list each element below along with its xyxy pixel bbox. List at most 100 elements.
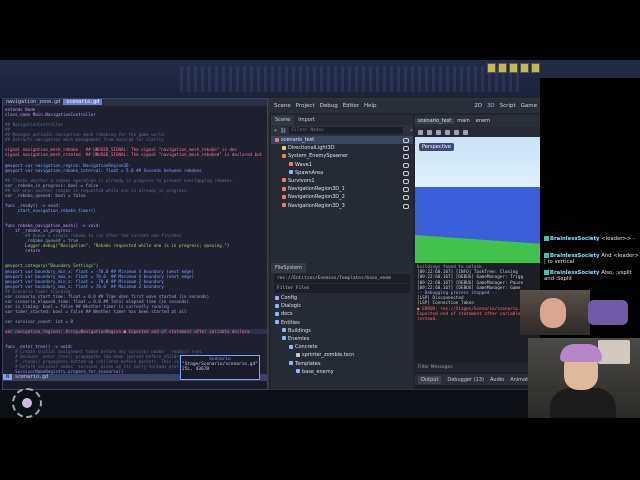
tray-icon[interactable] [509, 63, 518, 73]
scene-tab[interactable]: enem [473, 118, 493, 124]
visibility-eye-icon[interactable] [403, 195, 409, 201]
tab-filesystem[interactable]: FileSystem [271, 263, 307, 273]
filesystem-path[interactable]: res://Entities/Enemies/Templates/base_en… [274, 274, 410, 283]
editor-tab[interactable]: navigation_zone.gd [3, 99, 63, 105]
folder-icon [275, 303, 279, 308]
scene-tabs: scenario_test main enem [415, 115, 541, 127]
scene-dock: Scene Import + ⛓ Filter Nodes ⌕ scenario… [271, 115, 413, 263]
node-type-icon [275, 137, 279, 142]
log-line: [09:22:60.167] [DEBUG] GameManager: Paus… [417, 280, 524, 286]
code-line: var navigation_regions: Array=Navigation… [5, 329, 267, 335]
file-info-popup: Scenario "Stage/Scenario/scenario.gd" 25… [180, 355, 260, 380]
visibility-eye-icon[interactable] [403, 154, 409, 160]
scene-tree-node[interactable]: Wave1 [271, 161, 413, 169]
gear-logo-icon [12, 388, 42, 418]
tray-icon[interactable] [487, 63, 496, 73]
menu-help[interactable]: Help [364, 103, 377, 109]
scene-tree-node[interactable]: System_EnemySpawner [271, 152, 413, 160]
tab-output[interactable]: Output [418, 375, 442, 384]
file-tree-item[interactable]: Config [271, 294, 413, 302]
workspace-2d[interactable]: 2D [474, 103, 482, 109]
tab-scene[interactable]: Scene [271, 115, 295, 125]
file-label: base_enemy [302, 368, 334, 375]
chat-message: BrainlessSociety Also, :vsplit and :Sspl… [544, 270, 640, 283]
workspace-3d[interactable]: 3D [487, 103, 495, 109]
node-type-icon [289, 162, 293, 167]
code-line: Logger.debug("Navigation", "Rebake reque… [5, 243, 230, 249]
tab-audio[interactable]: Audio [490, 377, 504, 383]
code-editor-window[interactable]: navigation_zone.gd scenario.gd extends No… [2, 98, 268, 390]
scene-tab[interactable]: main [454, 118, 473, 124]
workspace-script[interactable]: Script [500, 103, 516, 109]
tray-icon[interactable] [531, 63, 540, 73]
editor-tab[interactable]: scenario.gd [63, 99, 103, 105]
lock-icon[interactable] [454, 129, 459, 135]
chat-message: BrainlessSociety <leader>> - [544, 236, 640, 242]
scene-tab[interactable]: scenario_test [415, 118, 455, 124]
perspective-button[interactable]: Perspective [419, 143, 454, 151]
file-tree-item[interactable]: Templates [271, 360, 413, 368]
visibility-eye-icon[interactable] [403, 162, 409, 168]
file-tree-item[interactable]: Dialogic [271, 302, 413, 310]
tray-icon[interactable] [498, 63, 507, 73]
menu-debug[interactable]: Debug [320, 103, 338, 109]
menu-project[interactable]: Project [296, 103, 315, 109]
filter-messages-input[interactable]: Filter Messages [415, 363, 541, 372]
file-tree-item[interactable]: Enemies [271, 335, 413, 343]
system-tray[interactable] [487, 63, 540, 73]
folder-icon [289, 344, 293, 349]
scene-tree-node[interactable]: DirectionalLight3D [271, 144, 413, 152]
file-tree-item[interactable]: sprinter_zombie.tscn [271, 351, 413, 359]
scale-tool-icon[interactable] [445, 129, 450, 135]
grid-icon[interactable] [463, 129, 468, 135]
tray-icon[interactable] [520, 63, 529, 73]
folder-icon [289, 361, 293, 365]
file-label: sprinter_zombie.tscn [302, 352, 355, 359]
folder-icon [275, 320, 279, 325]
vim-command-line[interactable] [3, 381, 267, 389]
menu-editor[interactable]: Editor [343, 103, 359, 109]
badge-icon [544, 253, 549, 258]
tab-debugger[interactable]: Debugger (13) [447, 377, 484, 383]
visibility-eye-icon[interactable] [403, 170, 409, 176]
tab-import[interactable]: Import [294, 115, 319, 125]
file-tree-item[interactable]: Buildings [271, 327, 413, 335]
file-tree: Config Dialogic docs Entities Buildings Enemi… [271, 294, 413, 376]
node-label: Wave1 [295, 161, 312, 168]
visibility-eye-icon[interactable] [403, 203, 409, 209]
workspace-game[interactable]: Game [521, 103, 537, 109]
3d-viewport[interactable]: Perspective [415, 137, 541, 263]
scene-tree-node[interactable]: NavigationRegion3D_1 [271, 185, 413, 193]
filter-nodes-input[interactable]: Filter Nodes [289, 127, 403, 134]
file-tree-item[interactable]: Entities [271, 319, 413, 327]
visibility-eye-icon[interactable] [403, 138, 409, 143]
link-icon[interactable]: ⛓ [280, 128, 286, 134]
badge-icon [544, 236, 549, 241]
scene-toolbar: + ⛓ Filter Nodes ⌕ [271, 125, 413, 136]
visibility-eye-icon[interactable] [403, 146, 409, 152]
rotate-tool-icon[interactable] [436, 129, 441, 135]
file-tree-item[interactable]: base_enemy [271, 368, 413, 376]
node-label: Survivors1 [288, 177, 315, 184]
file-tree-item[interactable]: docs [271, 310, 413, 318]
file-tree-item[interactable]: Concrete [271, 343, 413, 351]
vim-mode: N [3, 374, 13, 380]
scene-tree-node[interactable]: scenario_test [271, 136, 413, 145]
scene-tree-node[interactable]: SpawnArea [271, 169, 413, 177]
move-tool-icon[interactable] [427, 129, 432, 135]
node-type-icon [282, 178, 286, 183]
godot-editor-window[interactable]: Scene Project Debug Editor Help 2D 3D Sc… [268, 98, 542, 390]
add-node-icon[interactable]: + [274, 128, 277, 134]
visibility-eye-icon[interactable] [403, 178, 409, 184]
scene-tree-node[interactable]: NavigationRegion3D_2 [271, 193, 413, 201]
editor-tabbar: navigation_zone.gd scenario.gd [3, 99, 267, 106]
filter-files-input[interactable]: Filter Files [274, 284, 410, 293]
search-icon[interactable]: ⌕ [410, 128, 413, 134]
scene-tree-node[interactable]: Survivors1 [271, 177, 413, 185]
folder-icon [275, 295, 279, 300]
menu-scene[interactable]: Scene [274, 103, 291, 109]
scene-tree-node[interactable]: NavigationRegion3D_3 [271, 202, 413, 210]
visibility-eye-icon[interactable] [403, 187, 409, 193]
code-area[interactable]: extends Node class_name Main.NavigationCo… [3, 106, 267, 389]
select-tool-icon[interactable] [418, 129, 423, 135]
